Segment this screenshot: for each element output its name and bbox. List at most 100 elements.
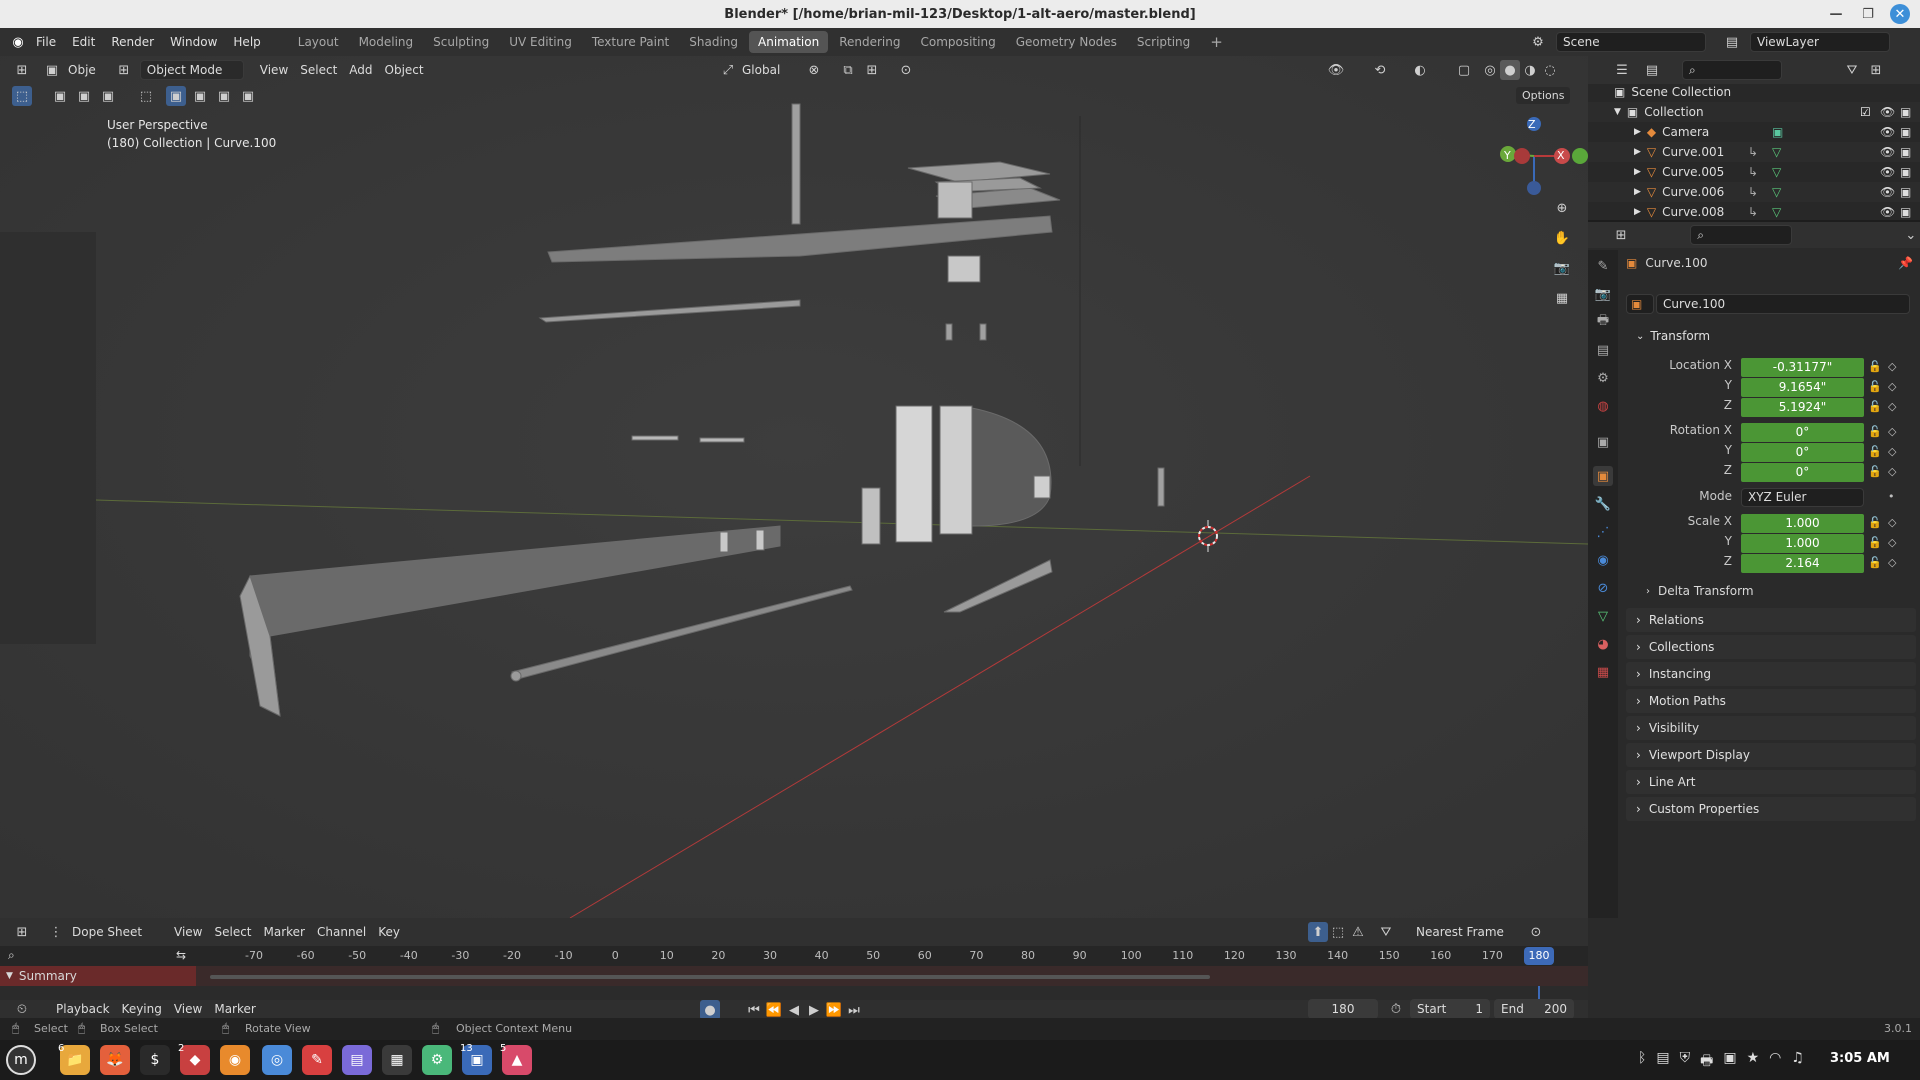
files-app-icon[interactable]: 📁 6 bbox=[58, 1043, 90, 1075]
printer-icon[interactable]: 🖶 bbox=[1700, 1050, 1713, 1074]
lock-icon[interactable]: 🔓 bbox=[1868, 465, 1882, 478]
wifi-icon[interactable]: ◠ bbox=[1769, 1050, 1781, 1074]
options-dropdown[interactable]: Options bbox=[1516, 87, 1571, 104]
menu-file[interactable]: File bbox=[28, 28, 64, 56]
eye-icon[interactable]: 👁 bbox=[1880, 145, 1895, 159]
keyframe-icon[interactable]: ◇ bbox=[1888, 380, 1896, 393]
camera-icon[interactable]: ▣ bbox=[1900, 205, 1911, 219]
particles-tab-icon[interactable]: ⋰ bbox=[1593, 522, 1613, 542]
collapse-icon[interactable]: ▶ bbox=[1634, 147, 1641, 157]
menu-select[interactable]: Select bbox=[208, 921, 257, 943]
select-subtract-icon[interactable]: ▣ bbox=[98, 86, 118, 106]
rotation-y-field[interactable]: 0° bbox=[1741, 443, 1864, 462]
material-shading-icon[interactable]: ◑ bbox=[1520, 60, 1540, 80]
play-icon[interactable]: ▶ bbox=[804, 1000, 824, 1020]
tab-sculpting[interactable]: Sculpting bbox=[424, 31, 498, 53]
keyframe-icon[interactable]: ◇ bbox=[1888, 400, 1896, 413]
pin-icon[interactable]: 📌 bbox=[1898, 256, 1913, 270]
overlay-icon[interactable]: ◐ bbox=[1410, 60, 1430, 80]
outliner-row-curve[interactable]: ▶ ▽ Curve.005 ↳ ▽ 👁 ▣ bbox=[1588, 162, 1920, 182]
menu-select[interactable]: Select bbox=[294, 59, 343, 81]
close-icon[interactable]: ✕ bbox=[1890, 4, 1910, 24]
select-new-icon[interactable]: ▣ bbox=[50, 86, 70, 106]
keyframe-icon[interactable]: ◇ bbox=[1888, 360, 1896, 373]
app-icon[interactable]: ◆ 2 bbox=[178, 1043, 210, 1075]
collapse-icon[interactable]: ▶ bbox=[1634, 167, 1641, 177]
pan-hand-icon[interactable]: ✋ bbox=[1552, 228, 1572, 248]
rendered-shading-icon[interactable]: ◌ bbox=[1540, 60, 1560, 80]
lock-icon[interactable]: 🔓 bbox=[1868, 425, 1882, 438]
app-icon[interactable]: ▣ 13 bbox=[460, 1043, 492, 1075]
checkbox-icon[interactable]: ☑ bbox=[1860, 105, 1871, 119]
scene-icon[interactable]: ⚙ bbox=[1528, 32, 1548, 52]
only-selected-icon[interactable]: ⬆ bbox=[1308, 922, 1328, 942]
panel-custom-properties[interactable]: › Custom Properties bbox=[1626, 797, 1916, 821]
update-icon[interactable]: ▣ bbox=[1723, 1050, 1736, 1074]
eye-icon[interactable]: 👁 bbox=[1880, 125, 1895, 139]
timeline-editor-icon[interactable]: ⏲ bbox=[12, 999, 32, 1019]
next-keyframe-icon[interactable]: ⏩ bbox=[824, 1000, 844, 1020]
scale-z-field[interactable]: 2.164 bbox=[1741, 554, 1864, 573]
browser-app-icon[interactable]: ◎ bbox=[262, 1045, 292, 1075]
camera-view-icon[interactable]: 📷 bbox=[1552, 258, 1572, 278]
lock-icon[interactable]: 🔓 bbox=[1868, 445, 1882, 458]
editor-type-icon[interactable]: ⊞ bbox=[12, 922, 32, 942]
location-z-field[interactable]: 5.1924" bbox=[1741, 398, 1864, 417]
menu-help[interactable]: Help bbox=[225, 28, 268, 56]
render-tab-icon[interactable]: 📷 bbox=[1593, 284, 1613, 304]
eye-icon[interactable]: 👁 bbox=[1880, 185, 1895, 199]
keyframe-icon[interactable]: ◇ bbox=[1888, 465, 1896, 478]
mode-dropdown[interactable]: Object Mode bbox=[139, 60, 244, 80]
frame-ruler[interactable]: -70 -60 -50 -40 -30 -20 -10 0 10 20 30 40 50 60 70 80 90… bbox=[196, 946, 1588, 966]
start-frame-field[interactable]: Start 1 bbox=[1410, 999, 1490, 1019]
location-x-field[interactable]: -0.31177" bbox=[1741, 358, 1864, 377]
tab-uv-editing[interactable]: UV Editing bbox=[500, 31, 581, 53]
camera-icon[interactable]: ▣ bbox=[1900, 165, 1911, 179]
eye-icon[interactable]: 👁 bbox=[1880, 205, 1895, 219]
collapse-icon[interactable]: ▶ bbox=[1634, 207, 1641, 217]
firefox-app-icon[interactable]: 🦊 bbox=[100, 1045, 130, 1075]
tab-animation[interactable]: Animation bbox=[749, 31, 829, 53]
world-tab-icon[interactable]: ◍ bbox=[1593, 396, 1613, 416]
prev-keyframe-icon[interactable]: ⏪ bbox=[764, 1000, 784, 1020]
outliner-editor-icon[interactable]: ☰ bbox=[1612, 60, 1632, 80]
object-icon[interactable]: ▣ bbox=[42, 60, 62, 80]
show-hidden-icon[interactable]: ⬚ bbox=[1328, 922, 1348, 942]
output-tab-icon[interactable]: 🖶 bbox=[1593, 312, 1613, 332]
scene-tab-icon[interactable]: ⚙ bbox=[1593, 368, 1613, 388]
select-extend-icon-2[interactable]: ▣ bbox=[190, 86, 210, 106]
lock-icon[interactable]: 🔓 bbox=[1868, 360, 1882, 373]
properties-editor-icon[interactable]: ⊞ bbox=[1612, 225, 1630, 245]
bluetooth-icon[interactable]: ᛒ bbox=[1638, 1050, 1646, 1074]
panel-instancing[interactable]: › Instancing bbox=[1626, 662, 1916, 686]
jump-start-icon[interactable]: ⏮ bbox=[744, 1000, 764, 1020]
panel-viewport-display[interactable]: › Viewport Display bbox=[1626, 743, 1916, 767]
select-invert-icon[interactable]: ▣ bbox=[238, 86, 258, 106]
menu-marker[interactable]: Marker bbox=[258, 921, 311, 943]
tab-compositing[interactable]: Compositing bbox=[911, 31, 1004, 53]
xray-icon[interactable]: ▢ bbox=[1454, 60, 1474, 80]
new-collection-icon[interactable]: ⊞ bbox=[1866, 60, 1886, 80]
object-name-field[interactable]: Curve.100 bbox=[1656, 294, 1910, 314]
viewport-scene[interactable] bbox=[0, 56, 1588, 918]
menu-view[interactable]: View bbox=[168, 998, 208, 1020]
menu-marker[interactable]: Marker bbox=[208, 998, 261, 1020]
menu-render[interactable]: Render bbox=[103, 28, 162, 56]
editor-type-icon-2[interactable]: ⊞ bbox=[114, 60, 134, 80]
collapse-icon[interactable]: ▶ bbox=[1634, 127, 1641, 137]
outliner-row-curve[interactable]: ▶ ▽ Curve.006 ↳ ▽ 👁 ▣ bbox=[1588, 182, 1920, 202]
keyframe-icon[interactable]: ◇ bbox=[1888, 536, 1896, 549]
scale-y-field[interactable]: 1.000 bbox=[1741, 534, 1864, 553]
auto-keying-icon[interactable]: ● bbox=[700, 1000, 720, 1020]
outliner-search-input[interactable]: ⌕ bbox=[1682, 60, 1782, 80]
tab-geometry-nodes[interactable]: Geometry Nodes bbox=[1007, 31, 1126, 53]
snap-icon[interactable]: ⧉ bbox=[838, 60, 858, 80]
material-tab-icon[interactable]: ◕ bbox=[1593, 634, 1613, 654]
collection-tab-icon[interactable]: ▣ bbox=[1593, 432, 1613, 452]
orientation-dropdown[interactable]: Global bbox=[736, 59, 786, 81]
rotation-mode-dropdown[interactable]: XYZ Euler bbox=[1741, 488, 1864, 507]
gizmo-icon[interactable]: ⟲ bbox=[1370, 60, 1390, 80]
tab-scripting[interactable]: Scripting bbox=[1128, 31, 1199, 53]
jump-end-icon[interactable]: ⏭ bbox=[844, 1000, 864, 1020]
object-tab-icon[interactable]: ▣ bbox=[1593, 466, 1613, 486]
